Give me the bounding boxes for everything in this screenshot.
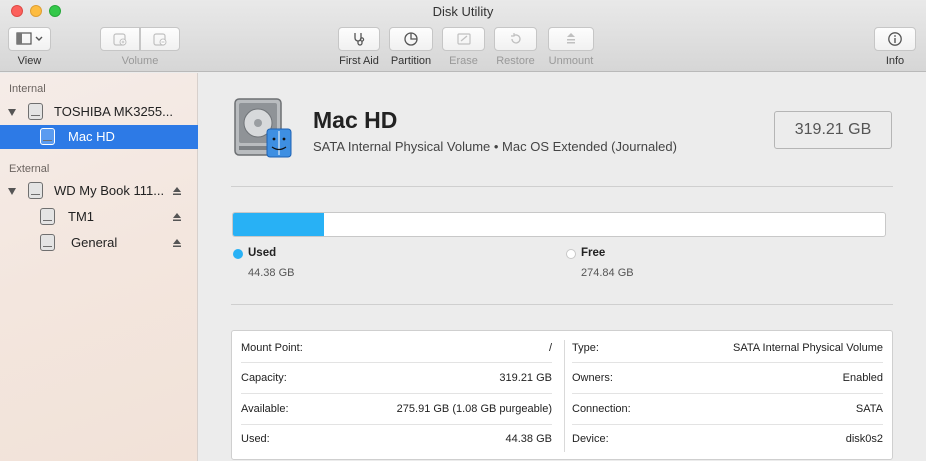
first-aid-button[interactable]	[338, 27, 380, 51]
view-button[interactable]	[8, 27, 51, 51]
sidebar-item-label: WD My Book 111...	[54, 183, 165, 198]
add-volume-icon	[113, 33, 127, 46]
hard-drive-icon	[234, 98, 292, 158]
sidebar-item-label: General	[71, 235, 118, 250]
info-key: Mount Point:	[241, 342, 303, 354]
partition-button[interactable]	[389, 27, 433, 51]
info-button[interactable]	[874, 27, 916, 51]
restore-button[interactable]	[494, 27, 537, 51]
sidebar-item-general[interactable]: General	[0, 231, 198, 255]
info-key: Capacity:	[241, 372, 287, 384]
info-label: Info	[885, 55, 905, 67]
info-row-connection: Connection: SATA	[572, 394, 883, 424]
info-key: Owners:	[572, 372, 613, 384]
sidebar-item-wd-my-book[interactable]: WD My Book 111...	[0, 179, 198, 203]
sidebar-section-external: External	[9, 163, 50, 175]
eject-icon[interactable]	[172, 186, 182, 196]
info-key: Available:	[241, 403, 289, 415]
partition-label: Partition	[390, 55, 432, 67]
info-table: Mount Point: / Capacity: 319.21 GB Avail…	[231, 330, 893, 460]
restore-label: Restore	[496, 55, 535, 67]
hard-disk-icon	[28, 103, 43, 120]
info-value: SATA Internal Physical Volume	[733, 342, 883, 354]
sidebar-item-label: Mac HD	[68, 129, 115, 144]
info-column-divider	[564, 340, 565, 452]
eject-icon[interactable]	[172, 212, 182, 222]
info-value: 44.38 GB	[505, 433, 552, 445]
info-row-capacity: Capacity: 319.21 GB	[241, 363, 552, 393]
volume-description: SATA Internal Physical Volume • Mac OS E…	[313, 139, 677, 154]
info-row-used: Used: 44.38 GB	[241, 424, 552, 454]
disclosure-triangle-icon[interactable]	[8, 109, 16, 116]
first-aid-label: First Aid	[339, 55, 379, 67]
volume-size: 319.21 GB	[774, 111, 892, 149]
used-legend-dot	[233, 249, 243, 259]
unmount-label: Unmount	[548, 55, 594, 67]
restore-icon	[510, 33, 521, 44]
volume-icon	[40, 128, 55, 145]
unmount-button[interactable]	[548, 27, 594, 51]
info-key: Connection:	[572, 403, 631, 415]
disclosure-triangle-icon[interactable]	[8, 188, 16, 195]
free-value: 274.84 GB	[581, 267, 634, 279]
erase-button[interactable]	[442, 27, 485, 51]
main-panel: Mac HD SATA Internal Physical Volume • M…	[199, 73, 926, 461]
stethoscope-icon	[354, 33, 365, 46]
add-volume-button[interactable]	[100, 27, 140, 51]
info-value: /	[548, 342, 552, 354]
info-row-owners: Owners: Enabled	[572, 363, 883, 393]
info-row-available: Available: 275.91 GB (1.08 GB purgeable)	[241, 394, 552, 424]
info-row-device: Device: disk0s2	[572, 424, 883, 454]
info-key: Used:	[241, 433, 270, 445]
info-value: SATA	[855, 403, 883, 415]
view-label: View	[17, 55, 42, 67]
volume-icon	[40, 208, 55, 225]
sidebar-section-internal: Internal	[9, 83, 46, 95]
info-key: Type:	[572, 342, 599, 354]
eject-icon[interactable]	[172, 238, 182, 248]
sidebar-item-label: TM1	[68, 209, 94, 224]
info-value: 319.21 GB	[499, 372, 552, 384]
info-row-type: Type: SATA Internal Physical Volume	[572, 333, 883, 363]
sidebar-item-mac-hd[interactable]: Mac HD	[0, 125, 198, 149]
info-icon	[888, 32, 902, 46]
window-title: Disk Utility	[432, 4, 494, 19]
pie-icon	[404, 32, 418, 46]
remove-volume-button[interactable]	[140, 27, 180, 51]
info-key: Device:	[572, 433, 609, 445]
remove-volume-icon	[153, 33, 167, 46]
info-value: disk0s2	[845, 433, 883, 445]
volume-label: Volume	[121, 55, 159, 67]
external-disk-icon	[28, 182, 43, 199]
volume-name: Mac HD	[313, 107, 398, 133]
usage-bar-used	[233, 213, 324, 236]
volume-icon	[40, 234, 55, 251]
info-value: 275.91 GB (1.08 GB purgeable)	[396, 403, 552, 415]
unmount-icon	[567, 33, 575, 44]
sidebar-item-label: TOSHIBA MK3255...	[54, 104, 173, 119]
free-legend-dot	[566, 249, 576, 259]
divider	[231, 304, 893, 305]
erase-icon	[456, 33, 471, 45]
sidebar-icon	[15, 32, 42, 45]
usage-bar	[232, 212, 886, 237]
used-value: 44.38 GB	[248, 267, 295, 279]
divider	[231, 186, 893, 187]
sidebar: Internal TOSHIBA MK3255... Mac HD Extern…	[0, 73, 198, 461]
sidebar-item-tm1[interactable]: TM1	[0, 205, 198, 229]
erase-label: Erase	[449, 55, 478, 67]
info-value: Enabled	[842, 372, 883, 384]
sidebar-item-toshiba[interactable]: TOSHIBA MK3255...	[0, 100, 198, 124]
toolbar: Disk Utility View Volume First Aid Parti…	[0, 0, 926, 72]
used-legend-label: Used	[248, 247, 277, 259]
free-legend-label: Free	[581, 247, 606, 259]
info-row-mount-point: Mount Point: /	[241, 333, 552, 363]
